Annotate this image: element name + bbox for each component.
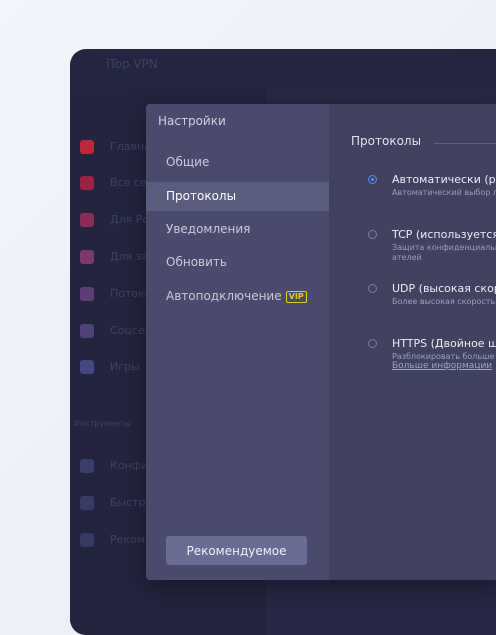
vip-badge: VIP [285,291,307,303]
social-icon [80,324,94,338]
section-divider [434,143,496,144]
protocol-name: HTTPS (Двойное шифрование) [392,337,496,350]
protocol-name: TCP (используется по умолчанию) [392,228,496,241]
protocol-desc: Автоматический выбор лучшего протокола [392,188,496,197]
radio-checked[interactable] [368,175,377,184]
menu-item-label: Общие [166,155,210,169]
protocol-desc-line: Защита конфиденциальности для пользов [392,243,496,252]
radio[interactable] [368,339,377,348]
protocol-name: Автоматически (рекомендуется) [392,173,496,186]
grid-icon [80,176,94,190]
settings-menu: Настройки Общие Протоколы Уведомления Об… [146,104,329,580]
privacy-icon [80,459,94,473]
protocol-desc: Более высокая скорость соединения [392,297,496,306]
gamepad-icon [80,360,94,374]
more-info-link[interactable]: Больше информации [392,361,492,371]
link-icon [80,496,94,510]
menu-item-protocols[interactable]: Протоколы [146,182,329,211]
menu-item-label: Автоподключение VIP [166,289,307,304]
apps-icon [80,533,94,547]
menu-item-update[interactable]: Обновить [146,248,329,277]
menu-item-autoconnect[interactable]: Автоподключение VIP [146,282,329,311]
home-icon [80,140,94,154]
settings-dialog: Настройки Общие Протоколы Уведомления Об… [146,104,496,580]
app-title: iTop VPN [106,57,158,71]
tools-section-title: Инструменты [74,419,132,428]
video-icon [80,287,94,301]
download-icon [80,250,94,264]
protocol-desc: Защита конфиденциальности для пользов ат… [392,243,496,263]
radio[interactable] [368,284,377,293]
menu-item-label: Протоколы [166,189,237,203]
protocol-name: UDP (высокая скорость) [392,282,496,295]
protocols-panel: Протоколы Автоматически (рекомендуется) … [329,104,496,580]
recommended-button[interactable]: Рекомендуемое [166,536,307,565]
menu-item-general[interactable]: Общие [146,148,329,177]
autoconnect-label: Автоподключение [166,289,282,303]
menu-item-notifications[interactable]: Уведомления [146,215,329,244]
menu-item-label: Обновить [166,255,227,269]
protocol-desc-line: ателей [392,253,422,262]
section-title: Протоколы [351,134,422,148]
flag-icon [80,213,94,227]
menu-item-label: Уведомления [166,222,251,236]
nav-label: Игры [110,360,140,373]
settings-title: Настройки [158,114,226,128]
radio[interactable] [368,230,377,239]
